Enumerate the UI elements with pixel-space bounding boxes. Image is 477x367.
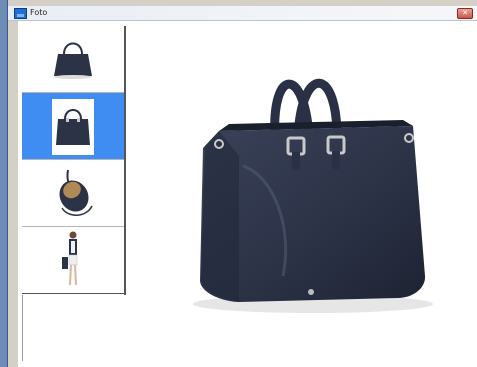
- thumbnail-frame: [52, 99, 94, 155]
- photo-window: Foto ✕: [7, 0, 477, 367]
- window-title: Foto: [30, 8, 48, 17]
- handbag-image: [193, 78, 433, 313]
- bag-interior-image: [59, 169, 93, 216]
- main-photo: [143, 26, 473, 361]
- title-bar[interactable]: Foto ✕: [8, 6, 477, 21]
- photo-viewer: [18, 21, 477, 367]
- thumbnail-list[interactable]: [22, 26, 126, 295]
- close-button[interactable]: ✕: [457, 8, 473, 19]
- bag-angle-image: [56, 109, 90, 145]
- thumbnail-item-selected[interactable]: [22, 93, 124, 160]
- bag-front-image: [54, 42, 92, 79]
- thumbnail-item[interactable]: [22, 160, 124, 227]
- model-with-bag-image: [62, 231, 78, 286]
- thumbnail-item[interactable]: [22, 26, 124, 93]
- app-icon: [14, 8, 27, 19]
- thumbnail-item[interactable]: [22, 227, 124, 294]
